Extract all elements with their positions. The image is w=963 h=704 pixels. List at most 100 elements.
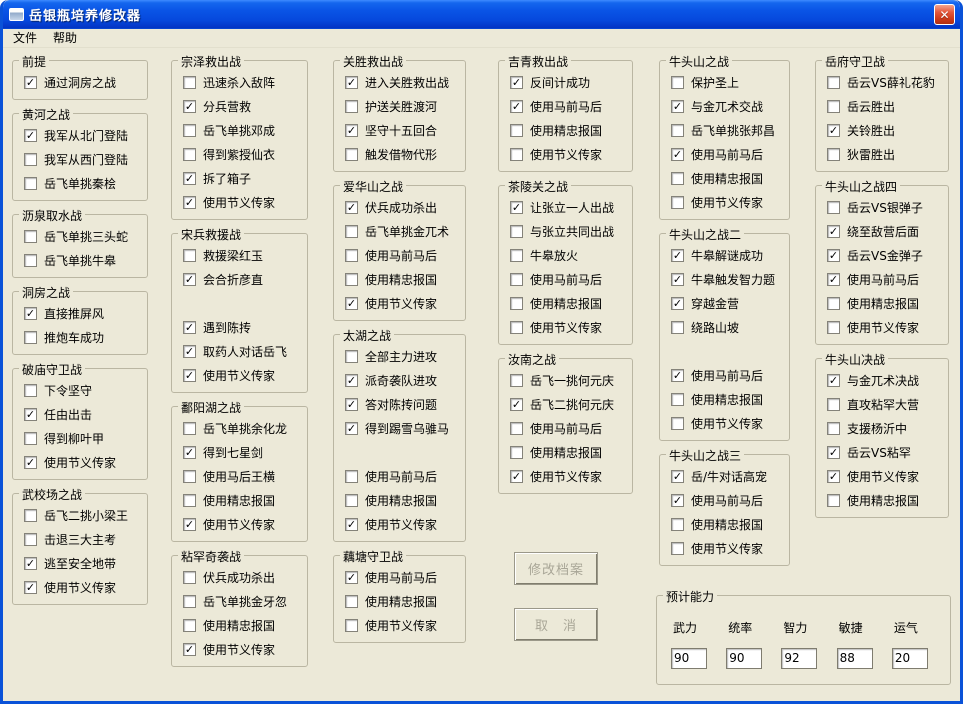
checkbox-row[interactable]: ✓使用马前马后 xyxy=(671,363,786,387)
checkbox-row[interactable]: 使用马后王横 xyxy=(183,464,304,488)
checkbox-checked[interactable]: ✓ xyxy=(183,172,196,185)
checkbox-checked[interactable]: ✓ xyxy=(345,571,358,584)
checkbox-checked[interactable]: ✓ xyxy=(671,249,684,262)
checkbox-row[interactable]: ✓使用节义传家 xyxy=(183,363,304,387)
checkbox-row[interactable]: ✓使用节义传家 xyxy=(183,637,304,661)
checkbox-row[interactable]: ✓反间计成功 xyxy=(510,70,629,94)
checkbox-row[interactable]: 全部主力进攻 xyxy=(345,344,462,368)
checkbox-row[interactable]: ✓派奇袭队进攻 xyxy=(345,368,462,392)
checkbox-checked[interactable]: ✓ xyxy=(671,148,684,161)
checkbox-row[interactable]: 使用精忠报国 xyxy=(827,488,945,512)
stat-input[interactable] xyxy=(781,648,817,669)
checkbox-row[interactable]: ✓牛皋解谜成功 xyxy=(671,243,786,267)
checkbox-checked[interactable]: ✓ xyxy=(183,321,196,334)
checkbox-row[interactable]: 我军从西门登陆 xyxy=(24,147,144,171)
checkbox-checked[interactable]: ✓ xyxy=(345,76,358,89)
checkbox-row[interactable]: ✓答对陈抟问题 xyxy=(345,392,462,416)
checkbox-unchecked[interactable] xyxy=(510,124,523,137)
checkbox-checked[interactable]: ✓ xyxy=(345,374,358,387)
checkbox-unchecked[interactable] xyxy=(510,446,523,459)
checkbox-unchecked[interactable] xyxy=(510,249,523,262)
checkbox-row[interactable]: ✓使用节义传家 xyxy=(24,575,144,599)
checkbox-checked[interactable]: ✓ xyxy=(827,273,840,286)
checkbox-checked[interactable]: ✓ xyxy=(183,345,196,358)
checkbox-unchecked[interactable] xyxy=(183,148,196,161)
menu-help[interactable]: 帮助 xyxy=(45,28,85,48)
checkbox-checked[interactable]: ✓ xyxy=(345,124,358,137)
checkbox-row[interactable]: 护送关胜渡河 xyxy=(345,94,462,118)
checkbox-row[interactable]: ✓让张立一人出战 xyxy=(510,195,629,219)
checkbox-checked[interactable]: ✓ xyxy=(827,374,840,387)
checkbox-row[interactable]: 下令坚守 xyxy=(24,378,144,402)
checkbox-unchecked[interactable] xyxy=(671,417,684,430)
checkbox-row[interactable]: 牛皋放火 xyxy=(510,243,629,267)
checkbox-checked[interactable]: ✓ xyxy=(827,124,840,137)
checkbox-row[interactable]: 岳飞单挑三头蛇 xyxy=(24,224,144,248)
checkbox-unchecked[interactable] xyxy=(510,321,523,334)
checkbox-checked[interactable]: ✓ xyxy=(827,225,840,238)
checkbox-checked[interactable]: ✓ xyxy=(183,273,196,286)
checkbox-row[interactable]: ✓使用马前马后 xyxy=(671,142,786,166)
checkbox-checked[interactable]: ✓ xyxy=(24,129,37,142)
checkbox-row[interactable]: ✓分兵营救 xyxy=(183,94,304,118)
checkbox-checked[interactable]: ✓ xyxy=(24,408,37,421)
checkbox-checked[interactable]: ✓ xyxy=(671,369,684,382)
checkbox-row[interactable]: ✓坚守十五回合 xyxy=(345,118,462,142)
checkbox-unchecked[interactable] xyxy=(510,374,523,387)
checkbox-checked[interactable]: ✓ xyxy=(183,643,196,656)
checkbox-row[interactable]: 推炮车成功 xyxy=(24,325,144,349)
checkbox-row[interactable]: 触发借物代形 xyxy=(345,142,462,166)
checkbox-row[interactable]: ✓关铃胜出 xyxy=(827,118,945,142)
checkbox-row[interactable]: ✓与金兀术交战 xyxy=(671,94,786,118)
checkbox-row[interactable]: 岳飞二挑小梁王 xyxy=(24,503,144,527)
checkbox-row[interactable]: 支援杨沂中 xyxy=(827,416,945,440)
checkbox-row[interactable]: 与张立共同出战 xyxy=(510,219,629,243)
checkbox-row[interactable]: ✓使用节义传家 xyxy=(827,464,945,488)
checkbox-unchecked[interactable] xyxy=(183,619,196,632)
checkbox-row[interactable]: 岳飞单挑余化龙 xyxy=(183,416,304,440)
checkbox-unchecked[interactable] xyxy=(183,76,196,89)
checkbox-checked[interactable]: ✓ xyxy=(183,100,196,113)
checkbox-checked[interactable]: ✓ xyxy=(24,557,37,570)
checkbox-row[interactable]: 使用马前马后 xyxy=(345,464,462,488)
stat-input[interactable] xyxy=(671,648,707,669)
checkbox-row[interactable]: 岳飞单挑邓成 xyxy=(183,118,304,142)
checkbox-unchecked[interactable] xyxy=(183,595,196,608)
checkbox-checked[interactable]: ✓ xyxy=(345,422,358,435)
checkbox-unchecked[interactable] xyxy=(345,273,358,286)
checkbox-row[interactable]: ✓会合折彦直 xyxy=(183,267,304,291)
checkbox-row[interactable]: ✓使用马前马后 xyxy=(671,488,786,512)
checkbox-row[interactable]: ✓岳飞二挑何元庆 xyxy=(510,392,629,416)
checkbox-unchecked[interactable] xyxy=(24,153,37,166)
checkbox-row[interactable]: 得到紫授仙衣 xyxy=(183,142,304,166)
checkbox-unchecked[interactable] xyxy=(345,470,358,483)
checkbox-row[interactable]: 使用马前马后 xyxy=(510,267,629,291)
checkbox-row[interactable]: ✓使用节义传家 xyxy=(345,291,462,315)
checkbox-row[interactable]: 得到柳叶甲 xyxy=(24,426,144,450)
checkbox-checked[interactable]: ✓ xyxy=(24,307,37,320)
checkbox-row[interactable]: 保护圣上 xyxy=(671,70,786,94)
checkbox-unchecked[interactable] xyxy=(183,571,196,584)
checkbox-unchecked[interactable] xyxy=(671,518,684,531)
checkbox-checked[interactable]: ✓ xyxy=(183,518,196,531)
checkbox-checked[interactable]: ✓ xyxy=(183,196,196,209)
checkbox-row[interactable]: ✓任由出击 xyxy=(24,402,144,426)
checkbox-row[interactable]: ✓使用马前马后 xyxy=(345,565,462,589)
checkbox-row[interactable]: 使用节义传家 xyxy=(827,315,945,339)
checkbox-unchecked[interactable] xyxy=(183,494,196,507)
checkbox-checked[interactable]: ✓ xyxy=(827,470,840,483)
checkbox-row[interactable]: ✓使用节义传家 xyxy=(183,512,304,536)
checkbox-checked[interactable]: ✓ xyxy=(510,100,523,113)
checkbox-row[interactable]: 使用精忠报国 xyxy=(827,291,945,315)
checkbox-row[interactable]: 岳飞单挑金兀术 xyxy=(345,219,462,243)
checkbox-unchecked[interactable] xyxy=(827,201,840,214)
checkbox-unchecked[interactable] xyxy=(24,331,37,344)
checkbox-unchecked[interactable] xyxy=(345,225,358,238)
checkbox-unchecked[interactable] xyxy=(345,494,358,507)
checkbox-unchecked[interactable] xyxy=(345,350,358,363)
checkbox-row[interactable]: 使用节义传家 xyxy=(671,190,786,214)
checkbox-row[interactable]: 使用精忠报国 xyxy=(345,488,462,512)
checkbox-row[interactable]: 使用节义传家 xyxy=(671,411,786,435)
checkbox-row[interactable]: 岳云VS银弹子 xyxy=(827,195,945,219)
checkbox-row[interactable]: ✓伏兵成功杀出 xyxy=(345,195,462,219)
